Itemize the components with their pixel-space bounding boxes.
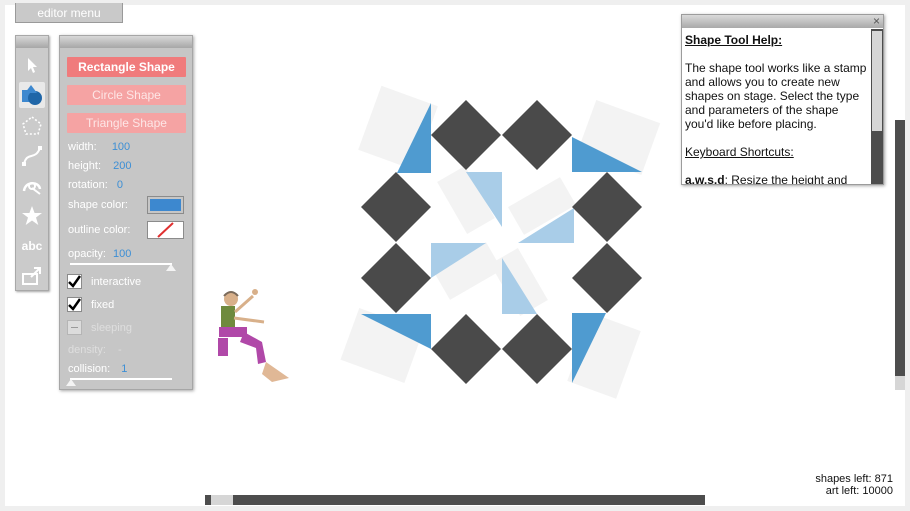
character-hand	[252, 289, 258, 295]
dark-diamond[interactable]	[431, 314, 501, 384]
character-leg	[218, 338, 228, 356]
dark-diamond[interactable]	[502, 100, 572, 170]
character-leg	[240, 332, 266, 364]
shapes-left: shapes left: 871	[815, 473, 893, 485]
horizontal-scroll-thumb[interactable]	[211, 495, 233, 505]
help-title: Shape Tool Help:	[685, 33, 783, 47]
help-body: The shape tool works like a stamp and al…	[685, 61, 867, 131]
help-shortcut-keys: a,w,s,d	[685, 173, 725, 185]
help-scrollbar[interactable]	[871, 29, 883, 184]
dark-diamond[interactable]	[361, 172, 431, 242]
help-content: Shape Tool Help: The shape tool works li…	[685, 33, 868, 185]
dark-diamond[interactable]	[502, 314, 572, 384]
pale-rectangles	[340, 85, 661, 399]
close-icon[interactable]: ×	[873, 15, 880, 28]
dark-diamond[interactable]	[431, 100, 501, 170]
vertical-scrollbar[interactable]	[895, 120, 905, 390]
art-left: art left: 10000	[825, 485, 893, 497]
character-shirt	[221, 306, 235, 328]
help-shortcut-line: a,w,s,d: Resize the height and	[685, 173, 868, 185]
character-foot	[262, 362, 289, 382]
stage-stats: shapes left: 871 art left: 10000	[815, 473, 893, 497]
help-shortcuts-title: Keyboard Shortcuts:	[685, 145, 794, 159]
shape-tool-help-panel: × Shape Tool Help: The shape tool works …	[681, 14, 884, 185]
dark-diamond[interactable]	[361, 243, 431, 313]
help-scroll-thumb[interactable]	[872, 31, 882, 131]
player-character[interactable]	[218, 289, 289, 382]
horizontal-scrollbar[interactable]	[205, 495, 705, 505]
dark-diamond[interactable]	[572, 243, 642, 313]
help-shortcut-desc: : Resize the height and	[724, 173, 848, 185]
help-panel-titlebar[interactable]	[682, 15, 883, 28]
dark-diamond[interactable]	[572, 172, 642, 242]
vertical-scroll-thumb[interactable]	[895, 376, 905, 390]
character-arm	[233, 316, 265, 324]
